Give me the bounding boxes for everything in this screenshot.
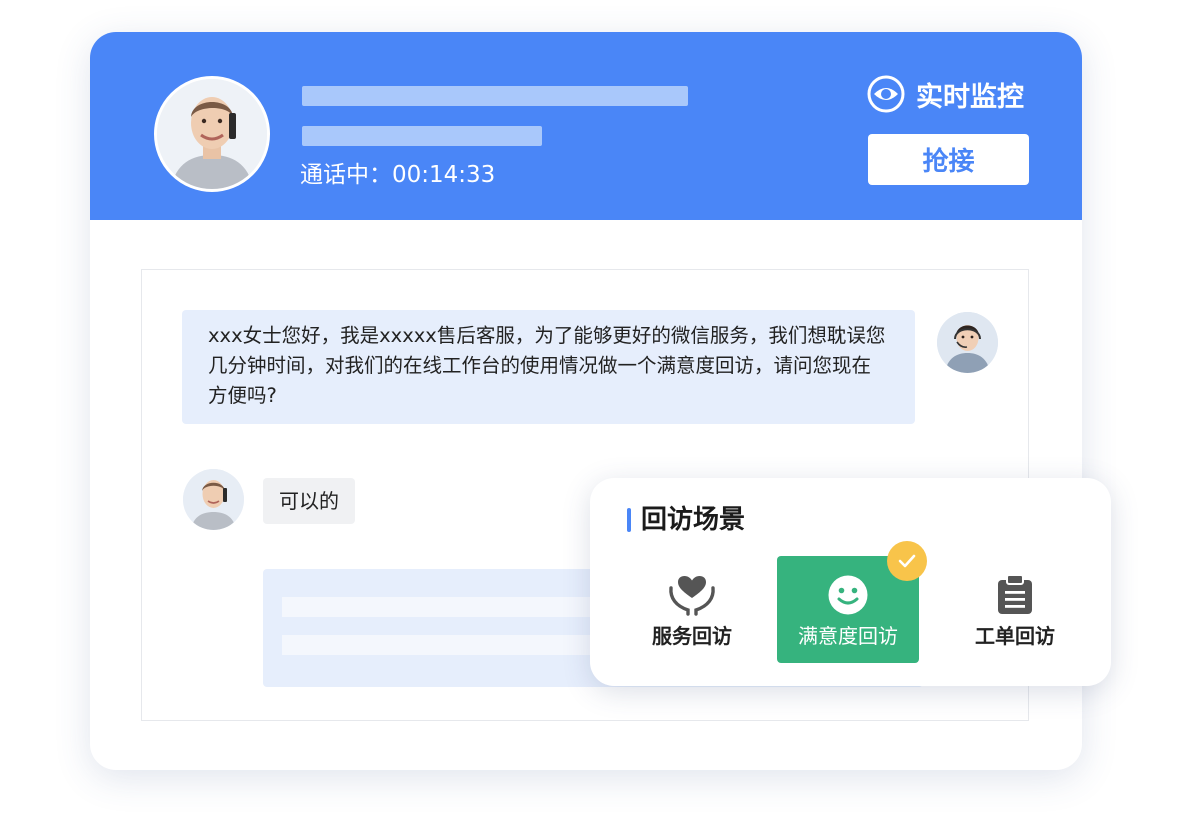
clipboard-icon (998, 574, 1032, 614)
scene-option-ticket[interactable]: 工单回访 (944, 556, 1086, 663)
agent-message-bubble: xxx女士您好，我是xxxxx售后客服，为了能够更好的微信服务，我们想耽误您几分… (182, 310, 915, 424)
monitor-label: 实时监控 (916, 81, 1024, 113)
customer-message-bubble: 可以的 (263, 478, 355, 524)
agent-avatar (937, 312, 998, 373)
caller-avatar-photo-icon (157, 79, 267, 189)
caller-avatar (154, 76, 270, 192)
agent-headset-avatar-icon (937, 312, 998, 373)
eye-icon (867, 75, 905, 113)
call-status-label: 通话中： (300, 162, 392, 188)
scene-option-label: 工单回访 (975, 624, 1055, 648)
selected-check-badge (887, 541, 927, 581)
scene-option-label: 满意度回访 (798, 624, 898, 648)
call-header: 通话中： 00:14:33 实时监控 抢接 (90, 32, 1082, 220)
scene-option-service[interactable]: 服务回访 (621, 556, 763, 663)
customer-avatar-photo-icon (183, 469, 244, 530)
customer-avatar (183, 469, 244, 530)
caller-name-placeholder (302, 86, 688, 106)
call-status: 通话中： 00:14:33 (300, 160, 495, 190)
realtime-monitor-link[interactable]: 实时监控 (866, 74, 1024, 114)
heart-hands-icon (669, 576, 715, 616)
smiley-icon (828, 575, 868, 615)
grab-call-button[interactable]: 抢接 (868, 134, 1029, 185)
scene-option-label: 服务回访 (652, 624, 732, 648)
caller-info-placeholder (302, 126, 542, 146)
scene-panel-title: 回访场景 (641, 505, 746, 535)
revisit-scene-panel: 回访场景 服务回访 满意度回访 工单回访 (590, 478, 1111, 686)
title-accent-bar (627, 508, 631, 532)
call-duration: 00:14:33 (392, 162, 496, 188)
check-icon (898, 554, 916, 568)
